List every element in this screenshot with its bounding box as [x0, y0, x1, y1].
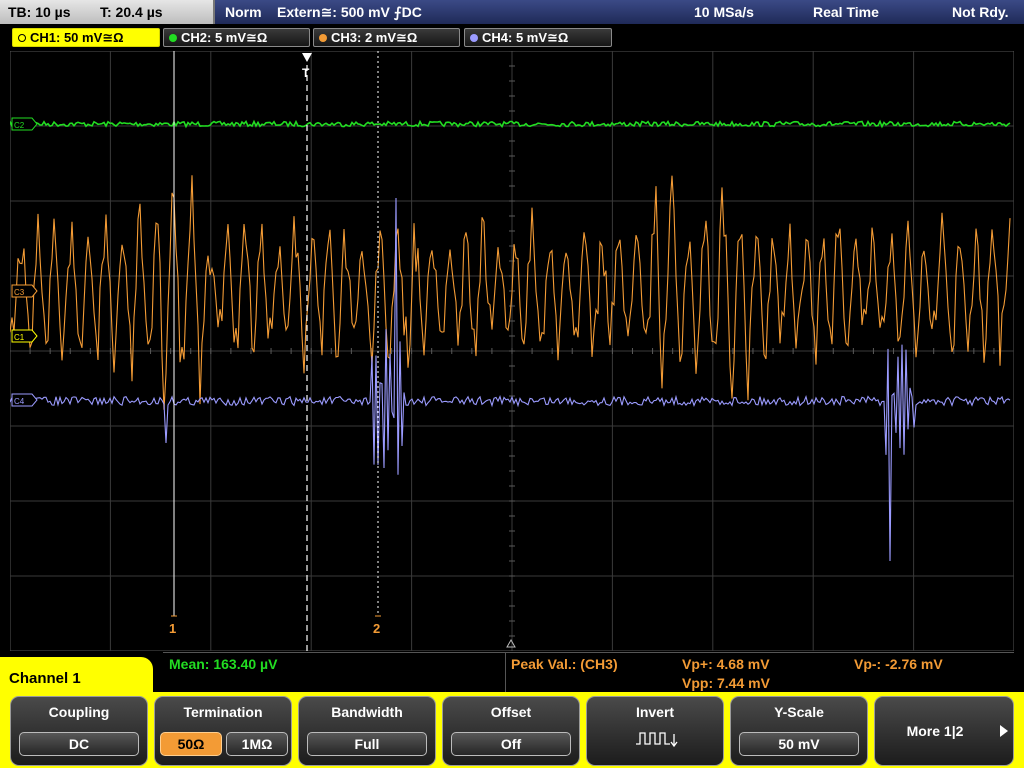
coupling-value[interactable]: DC: [19, 732, 139, 756]
tab-ch3[interactable]: CH3: 2 mV≅Ω: [313, 28, 460, 47]
termination-50ohm-option[interactable]: 50Ω: [160, 732, 222, 756]
bandwidth-label: Bandwidth: [331, 704, 403, 720]
offset-value[interactable]: Off: [451, 732, 571, 756]
ch4-marker-text: C4: [14, 397, 25, 406]
offset-label: Offset: [490, 704, 532, 720]
ch2-indicator-icon: [169, 34, 177, 42]
yscale-value[interactable]: 50 mV: [739, 732, 859, 756]
timebase-box[interactable]: TB: 10 µs T: 20.4 µs: [0, 0, 215, 24]
bandwidth-softkey[interactable]: Bandwidth Full: [298, 696, 436, 766]
trigger-mode: Norm: [225, 4, 262, 20]
termination-1mohm-option[interactable]: 1MΩ: [226, 732, 288, 756]
offset-softkey[interactable]: Offset Off: [442, 696, 580, 766]
vp-plus-measurement: Vp+: 4.68 mV: [682, 656, 770, 672]
channel-menu-tab[interactable]: Channel 1: [0, 657, 153, 699]
yscale-label: Y-Scale: [774, 704, 824, 720]
trigger-source: Extern≅: 500 mV ⨍DC: [277, 4, 422, 20]
acquisition-status-strip: Norm Extern≅: 500 mV ⨍DC 10 MSa/s Real T…: [215, 0, 1024, 24]
ch1-indicator-icon: [18, 34, 26, 42]
ch2-marker-text: C2: [14, 121, 25, 130]
timebase-readout: TB: 10 µs: [8, 4, 71, 20]
ch4-ground-marker[interactable]: C4: [11, 393, 38, 407]
cursor-1-label: 1: [169, 621, 176, 636]
tab-ch2[interactable]: CH2: 5 mV≅Ω: [163, 28, 310, 47]
ch1-marker-text: C1: [14, 333, 25, 342]
acquisition-mode: Real Time: [813, 4, 879, 20]
waveform-display[interactable]: 1 2 T C2 C3 C1 C4: [10, 51, 1014, 651]
invert-softkey[interactable]: Invert: [586, 696, 724, 766]
trigger-time-readout: T: 20.4 µs: [100, 4, 163, 20]
sample-rate: 10 MSa/s: [694, 4, 754, 20]
coupling-softkey[interactable]: Coupling DC: [10, 696, 148, 766]
square-wave-icon: [636, 732, 678, 748]
next-page-icon: [1000, 725, 1008, 737]
vp-minus-measurement: Vp-: -2.76 mV: [854, 656, 943, 672]
peak-value-label: Peak Val.: (CH3): [511, 656, 618, 672]
coupling-label: Coupling: [48, 704, 110, 720]
ch4-indicator-icon: [470, 34, 478, 42]
status-bar: TB: 10 µs T: 20.4 µs Norm Extern≅: 500 m…: [0, 0, 1024, 26]
tab-ch4[interactable]: CH4: 5 mV≅Ω: [464, 28, 612, 47]
tab-ch1[interactable]: CH1: 50 mV≅Ω: [12, 28, 160, 47]
ch2-ground-marker[interactable]: C2: [11, 117, 38, 131]
mean-measurement: Mean: 163.40 µV: [169, 656, 278, 672]
channel-menu-title: Channel 1: [9, 670, 81, 687]
run-status: Not Rdy.: [952, 4, 1009, 20]
termination-label: Termination: [183, 704, 263, 720]
invert-label: Invert: [635, 704, 675, 720]
more-label: More 1|2: [906, 723, 964, 739]
ch1-tab-label: CH1: 50 mV≅Ω: [30, 30, 124, 45]
measurement-panel: Mean: 163.40 µV Peak Val.: (CH3) Vp+: 4.…: [163, 652, 1014, 693]
ch1-ground-marker[interactable]: C1: [11, 329, 38, 343]
yscale-softkey[interactable]: Y-Scale 50 mV: [730, 696, 868, 766]
vpp-measurement: Vpp: 7.44 mV: [682, 675, 770, 691]
ch4-tab-label: CH4: 5 mV≅Ω: [482, 30, 569, 45]
bandwidth-value[interactable]: Full: [307, 732, 427, 756]
more-softkey[interactable]: More 1|2: [874, 696, 1014, 766]
ch2-tab-label: CH2: 5 mV≅Ω: [181, 30, 268, 45]
ch3-tab-label: CH3: 2 mV≅Ω: [331, 30, 418, 45]
termination-softkey[interactable]: Termination 50Ω 1MΩ: [154, 696, 292, 766]
trigger-marker-label: T: [302, 66, 310, 80]
ch3-marker-text: C3: [14, 288, 25, 297]
cursor-2-label: 2: [373, 621, 380, 636]
ch3-indicator-icon: [319, 34, 327, 42]
ch3-ground-marker[interactable]: C3: [11, 284, 38, 298]
